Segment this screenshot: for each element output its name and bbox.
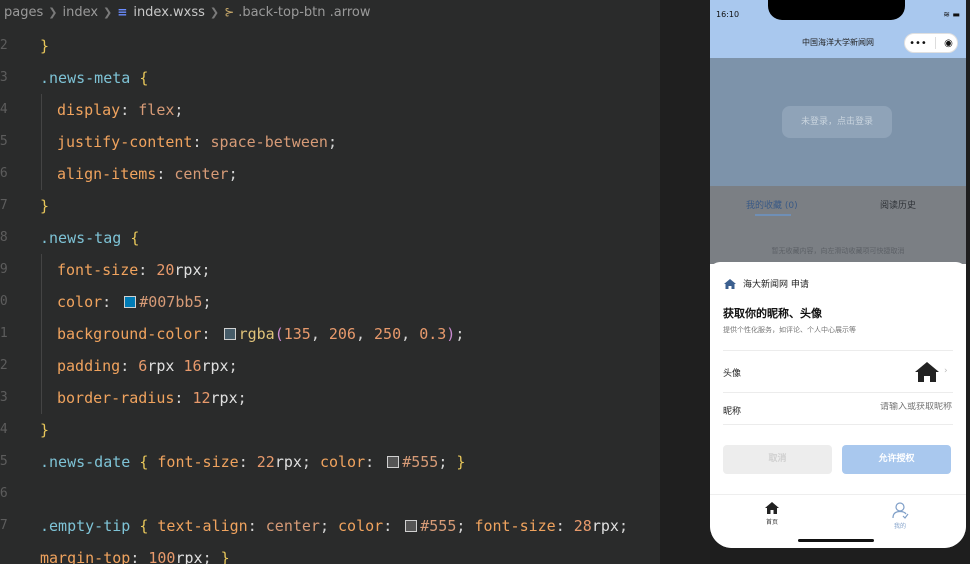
color-swatch[interactable] [387,456,400,468]
tabbar-item-mine[interactable]: 我的 [880,501,920,530]
color-swatch[interactable] [124,296,137,308]
divider [723,350,953,351]
line-number: 57 [0,198,8,213]
home-indicator [798,539,874,542]
allow-button[interactable]: 允许授权 [842,445,951,474]
chevron-right-icon: › [944,366,948,376]
page-behind-mask: 未登录，点击登录 我的收藏 (0) 阅读历史 暂无收藏内容，向左滑动收藏项可快捷… [710,58,966,264]
line-number: 52 [0,38,8,53]
empty-tip: 暂无收藏内容，向左滑动收藏项可快捷取消 [771,247,905,255]
line-number: 64 [0,422,8,437]
sheet-description: 提供个性化服务，如评论、个人中心展示等 [723,326,856,334]
login-button[interactable]: 未登录，点击登录 [782,106,892,138]
line-number: 61 [0,326,8,341]
line-number: 65 [0,454,8,469]
tabbar-label-mine: 我的 [893,523,906,530]
sheet-title: 获取你的昵称、头像 [723,307,822,320]
status-bar: 16:10 ≋ ▬ [710,0,966,30]
line-number: 54 [0,102,8,117]
auth-sheet: 海大新闻网 申请 获取你的昵称、头像 提供个性化服务，如评论、个人中心展示等 头… [710,262,966,494]
home-icon [724,278,736,289]
breadcrumb-folder[interactable]: pages [4,5,43,20]
divider [723,424,953,425]
user-icon [892,502,909,519]
cancel-button[interactable]: 取消 [723,445,832,474]
symbol-class-icon: ⊱ [224,5,235,19]
breadcrumb-file[interactable]: index.wxss [133,5,205,20]
tabbar-item-home[interactable]: 首页 [752,501,792,526]
line-number: 62 [0,358,8,373]
nickname-label: 昵称 [723,407,742,417]
profile-header: 未登录，点击登录 [710,58,966,186]
avatar-label: 头像 [723,369,742,379]
line-number: 55 [0,134,8,149]
tab-underline [755,214,791,216]
tab-favorites[interactable]: 我的收藏 (0) [746,198,798,211]
breadcrumb-symbol[interactable]: .back-top-btn .arrow [238,5,370,20]
breadcrumb: pages ❯ index ❯ ≡ index.wxss ❯ ⊱ .back-t… [0,0,660,24]
line-number: 56 [0,166,8,181]
app-name: 海大新闻网 申请 [743,280,809,290]
nav-bar: 中国海洋大学新闻网 ••• ◉ [710,30,966,58]
nickname-input[interactable] [832,402,952,412]
avatar-home-icon[interactable] [914,361,940,383]
tab-bar: 首页 我的 [710,494,966,548]
mini-program-capsule: ••• ◉ [904,33,958,53]
css-file-icon: ≡ [117,5,128,19]
tabs-area: 我的收藏 (0) 阅读历史 暂无收藏内容，向左滑动收藏项可快捷取消 [710,186,966,264]
line-number: 58 [0,230,8,245]
status-time: 16:10 [716,10,740,19]
line-number: 60 [0,294,8,309]
tabbar-label-home: 首页 [765,519,778,526]
line-number: 63 [0,390,8,405]
chevron-right-icon: ❯ [48,5,58,19]
home-icon [765,502,779,514]
line-number: 66 [0,486,8,501]
divider [723,392,953,393]
simulator-phone: 16:10 ≋ ▬ 中国海洋大学新闻网 ••• ◉ 未登录，点击登录 我的收藏 … [710,0,966,548]
close-circle-icon[interactable]: ◉ [944,38,953,49]
more-icon[interactable]: ••• [909,38,927,49]
color-swatch[interactable] [405,520,418,532]
app-row: 海大新闻网 申请 [723,277,809,290]
chevron-right-icon: ❯ [209,5,220,19]
notch [768,0,905,20]
line-number: 67 [0,518,8,533]
code-editor[interactable]: pages ❯ index ❯ ≡ index.wxss ❯ ⊱ .back-t… [0,0,660,564]
line-number: 59 [0,262,8,277]
breadcrumb-subfolder[interactable]: index [62,5,98,20]
tab-history[interactable]: 阅读历史 [880,198,916,211]
panel-divider [660,0,710,564]
chevron-right-icon: ❯ [103,5,113,19]
line-number: 53 [0,70,8,85]
wifi-battery-icon: ≋ ▬ [943,10,960,19]
color-swatch[interactable] [223,328,236,340]
